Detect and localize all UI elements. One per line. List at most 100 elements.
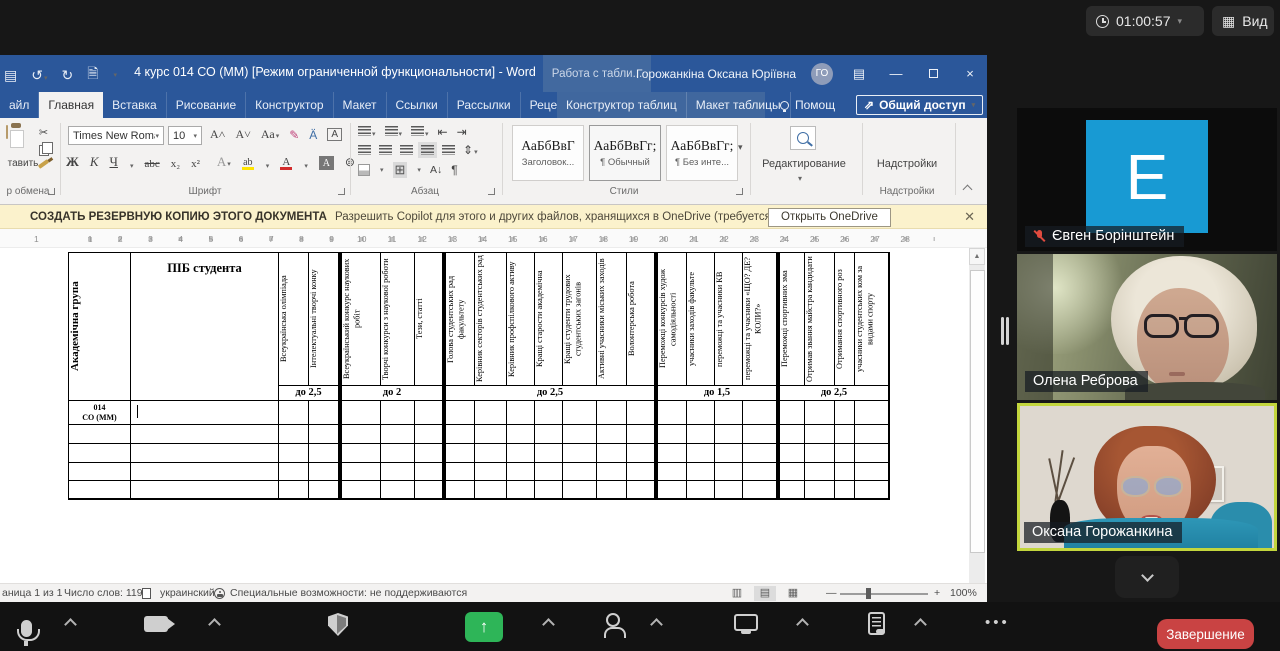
table-body-cell[interactable] [381, 444, 415, 463]
table-body-cell[interactable] [805, 481, 835, 499]
table-body-cell[interactable] [627, 401, 655, 425]
table-body-cell[interactable] [443, 425, 475, 444]
proofing-icon[interactable] [142, 588, 151, 599]
qat-customize-icon[interactable]: ▾ [113, 71, 117, 79]
table-body-cell[interactable] [443, 444, 475, 463]
table-body-cell[interactable] [687, 425, 715, 444]
zoom-out-icon[interactable]: — [826, 587, 837, 599]
table-body-cell[interactable] [743, 425, 777, 444]
table-limit-cell[interactable]: до 2,5 [777, 386, 889, 401]
account-avatar[interactable]: ГО [811, 62, 833, 85]
participant-tile-borinshtein[interactable]: Е Євген Борінштейн [1017, 108, 1277, 251]
table-body-cell[interactable] [69, 444, 131, 463]
table-body-cell[interactable] [131, 444, 279, 463]
vertical-scrollbar[interactable]: ▲ [969, 248, 985, 583]
page-indicator[interactable]: аница 1 из 1 [2, 587, 62, 599]
participant-tile-rebrova[interactable]: Олена Реброва [1017, 254, 1277, 400]
table-group-cell[interactable]: 014 СО (ММ) [69, 401, 131, 425]
contextual-tab[interactable]: Макет таблицы [687, 92, 791, 118]
table-body-cell[interactable] [535, 444, 563, 463]
table-body-cell[interactable] [563, 463, 597, 481]
account-name[interactable]: Горожанкіна Оксана Юріївна [636, 67, 796, 81]
table-body-cell[interactable] [805, 425, 835, 444]
table-body-cell[interactable] [805, 463, 835, 481]
clear-formatting-icon[interactable]: ✎ [289, 128, 299, 142]
restore-icon[interactable] [922, 66, 944, 81]
table-limit-cell[interactable]: до 2,5 [279, 386, 339, 401]
table-header-cell[interactable]: Кращі старости академічна [535, 253, 563, 386]
justify-icon[interactable] [418, 142, 437, 158]
record-button[interactable] [868, 612, 885, 635]
table-header-cell[interactable]: Керівник секторів студентських рад [475, 253, 507, 386]
contextual-tab[interactable]: Конструктор таблиц [557, 92, 687, 118]
table-body-cell[interactable] [309, 401, 339, 425]
table-body-cell[interactable] [715, 401, 743, 425]
underline-button[interactable]: Ч [110, 154, 118, 170]
font-size-select[interactable]: 10 ▾ [168, 126, 202, 145]
style-card[interactable]: АаБбВвГг; ¶ Обычный [589, 125, 661, 181]
ribbon-tab-Рассылки[interactable]: Рассылки [448, 92, 521, 118]
table-body-cell[interactable] [131, 425, 279, 444]
table-body-cell[interactable] [777, 481, 805, 499]
font-name-select[interactable]: Times New Roma ▾ [68, 126, 164, 145]
shading-caret-icon[interactable]: ▾ [380, 166, 384, 174]
grow-font-icon[interactable]: А˄ [210, 127, 225, 142]
copy-icon[interactable] [38, 142, 53, 156]
table-body-cell[interactable] [131, 463, 279, 481]
table-body-cell[interactable] [415, 444, 443, 463]
highlight-caret-icon[interactable]: ▾ [266, 162, 270, 170]
view-button[interactable]: ▦ Вид [1212, 6, 1274, 36]
font-dialog-launcher-icon[interactable] [338, 188, 345, 195]
video-button[interactable] [144, 616, 175, 632]
table-body-cell[interactable] [475, 463, 507, 481]
table-body-cell[interactable] [835, 463, 855, 481]
table-body-cell[interactable] [279, 401, 309, 425]
ribbon-tab-Главная[interactable]: Главная [39, 92, 104, 118]
notification-close-icon[interactable]: ✕ [964, 209, 975, 225]
editing-caret-icon[interactable]: ▾ [798, 174, 802, 183]
table-body-cell[interactable] [655, 463, 687, 481]
table-header-cell[interactable]: Керівник профспілкового активу [507, 253, 535, 386]
read-mode-icon[interactable]: ▥ [726, 586, 748, 601]
table-body-cell[interactable] [655, 444, 687, 463]
table-body-cell[interactable] [855, 444, 889, 463]
scroll-up-icon[interactable]: ▲ [969, 248, 985, 265]
scroll-participants-button[interactable] [1115, 556, 1179, 598]
align-left-icon[interactable] [358, 145, 371, 155]
more-options-button[interactable]: ••• [985, 614, 1010, 631]
table-header-cell[interactable]: Волонтерська робота [627, 253, 655, 386]
clipboard-dialog-launcher-icon[interactable] [48, 188, 55, 195]
table-body-cell[interactable] [743, 481, 777, 499]
table-body-cell[interactable] [743, 444, 777, 463]
ribbon-tab-Рисование[interactable]: Рисование [167, 92, 247, 118]
table-body-cell[interactable] [777, 444, 805, 463]
table-body-cell[interactable] [743, 463, 777, 481]
table-body-cell[interactable] [627, 444, 655, 463]
table-header-cell[interactable]: Переможці конкурсів худож самодіяльності [655, 253, 687, 386]
paste-button[interactable] [6, 125, 8, 139]
table-body-cell[interactable] [563, 481, 597, 499]
table-body-cell[interactable] [597, 481, 627, 499]
table-header-cell[interactable]: Всеукраїнський конкурс наукових робіт [339, 253, 381, 386]
table-body-cell[interactable] [597, 401, 627, 425]
end-meeting-button[interactable]: Завершение [1157, 619, 1254, 649]
table-body-cell[interactable] [443, 401, 475, 425]
table-header-cell[interactable]: Переможці спортивних зма [777, 253, 805, 386]
character-border-icon[interactable]: А [327, 128, 342, 141]
table-body-cell[interactable] [835, 444, 855, 463]
table-body-cell[interactable] [563, 425, 597, 444]
shrink-font-icon[interactable]: А˅ [235, 127, 250, 142]
highlight-color-button[interactable]: ab [241, 157, 254, 170]
table-body-cell[interactable] [507, 425, 535, 444]
table-body-cell[interactable] [475, 444, 507, 463]
table-body-cell[interactable] [835, 425, 855, 444]
table-body-cell[interactable] [415, 481, 443, 499]
print-preview-icon[interactable]: 🗎 [87, 63, 98, 87]
table-body-cell[interactable] [655, 425, 687, 444]
table-header-cell[interactable]: Отримав звання майстра кандидати [805, 253, 835, 386]
strikethrough-button[interactable]: abc [144, 158, 159, 170]
line-spacing-icon[interactable]: ⇕▾ [463, 143, 478, 157]
table-body-cell[interactable] [381, 463, 415, 481]
borders-caret-icon[interactable]: ▾ [417, 166, 421, 174]
table-body-cell[interactable] [279, 481, 309, 499]
